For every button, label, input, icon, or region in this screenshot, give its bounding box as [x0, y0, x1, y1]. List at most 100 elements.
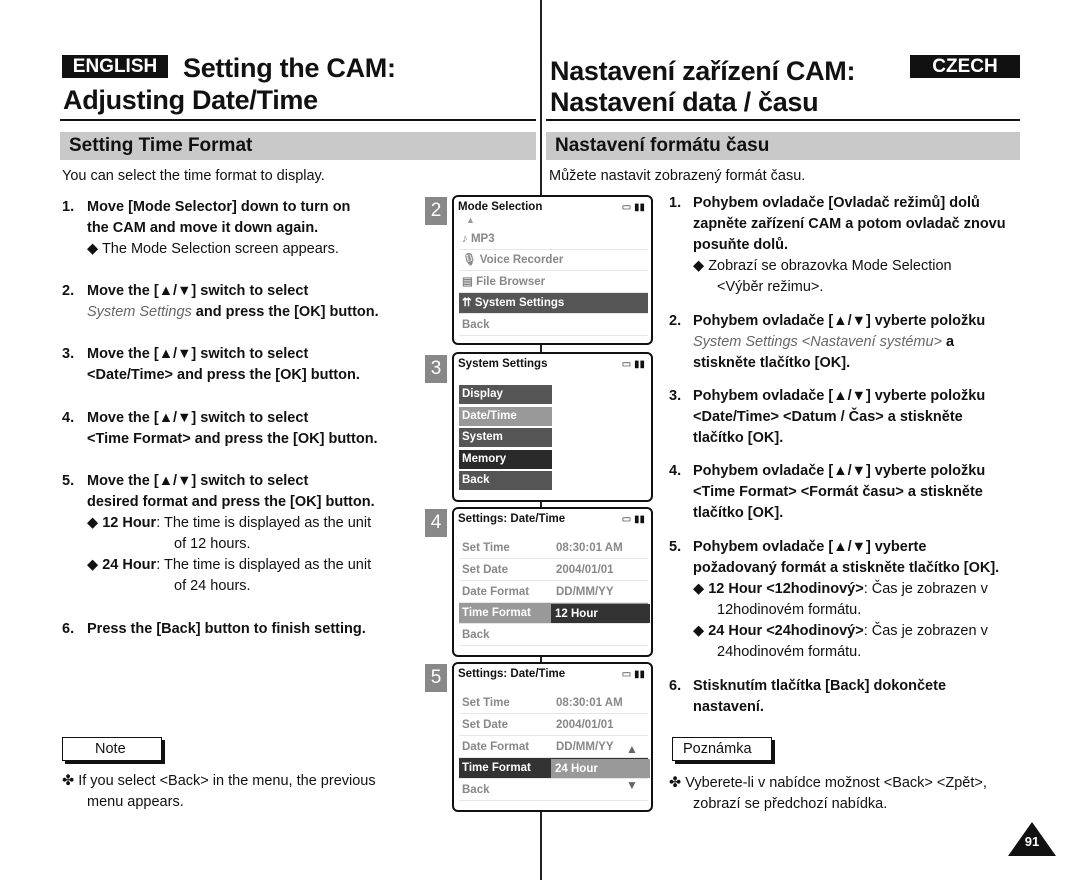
cz-step-4: 4. Pohybem ovladače [▲/▼] vyberte položk…	[669, 461, 1029, 524]
scroll-down-icon[interactable]: ▼	[626, 778, 638, 792]
diamond-bullet-icon: ◆	[693, 623, 705, 639]
step-text: Move the [▲/▼] switch to select	[87, 283, 309, 299]
poznamka-label: Poznámka	[672, 737, 772, 761]
screen-step-number: 5	[425, 664, 447, 692]
row-set-date[interactable]: Set Date 2004/01/01	[459, 560, 648, 581]
diamond-bullet-icon: ◆	[693, 258, 705, 274]
diamond-bullet-icon: ◆	[87, 241, 99, 257]
step-text: tlačítko [OK].	[693, 505, 784, 521]
bullet-text: of 24 hours.	[174, 578, 251, 594]
cz-section-heading: Nastavení formátu času	[546, 132, 1020, 160]
step-number: 4.	[62, 410, 75, 426]
step-text: the CAM and move it down again.	[87, 220, 319, 236]
note-bullet-icon: ✤	[669, 775, 682, 791]
step-number: 6.	[669, 678, 682, 694]
step-text: a	[942, 334, 955, 350]
en-section-heading: Setting Time Format	[60, 132, 536, 160]
en-step-1: 1. Move [Mode Selector] down to turn on t…	[62, 197, 412, 260]
cz-step-3: 3. Pohybem ovladače [▲/▼] vyberte položk…	[669, 386, 1029, 449]
step-text: nastavení.	[693, 699, 764, 715]
menu-item-memory[interactable]: Memory	[459, 450, 552, 469]
step-number: 1.	[669, 195, 682, 211]
step-number: 3.	[669, 388, 682, 404]
step-text: Pohybem ovladače [Ovladač režimů] dolů	[693, 195, 980, 211]
note-text: Vyberete-li v nabídce možnost <Back> <Zp…	[685, 775, 987, 791]
screen-date-time-12h: Settings: Date/Time ▭ ▮▮ Set Time 08:30:0…	[452, 507, 653, 657]
en-step-6: 6. Press the [Back] button to finish set…	[62, 619, 422, 640]
step-text: Press the [Back] button to finish settin…	[87, 621, 366, 637]
row-back[interactable]: Back	[459, 780, 648, 801]
step-text: <Date/Time> and press the [OK] button.	[87, 367, 360, 383]
row-set-time[interactable]: Set Time 08:30:01 AM	[459, 538, 648, 559]
row-date-format[interactable]: Date Format DD/MM/YY	[459, 582, 648, 603]
step-text: Stisknutím tlačítka [Back] dokončete	[693, 678, 947, 694]
bullet-text: : Čas je zobrazen v	[863, 581, 988, 597]
menu-item-file-browser[interactable]: ▤ File Browser	[459, 272, 648, 293]
battery-icon: ▭ ▮▮	[621, 669, 645, 680]
bullet-term: 24 Hour	[102, 557, 157, 573]
cz-step-1: 1. Pohybem ovladače [Ovladač režimů] dol…	[669, 193, 1029, 298]
en-step-3: 3. Move the [▲/▼] switch to select <Date/…	[62, 344, 412, 386]
bullet-text: : The time is displayed as the unit	[156, 557, 372, 573]
cz-step-6: 6. Stisknutím tlačítka [Back] dokončete n…	[669, 676, 1029, 718]
bullet-term: 12 Hour	[102, 515, 157, 531]
menu-item-voice-recorder[interactable]: 🎙 Voice Recorder	[459, 250, 648, 271]
row-back[interactable]: Back	[459, 625, 648, 646]
menu-item-back[interactable]: Back	[459, 471, 552, 490]
step-text: and press the [OK] button.	[191, 304, 379, 320]
note-text: If you select <Back> in the menu, the pr…	[78, 773, 376, 789]
czech-badge: CZECH	[910, 55, 1020, 78]
bullet-term: 24 Hour <24hodinový>	[708, 623, 864, 639]
row-time-format[interactable]: Time Format 12 Hour	[459, 603, 650, 624]
cz-title: Nastavení zařízení CAM:	[550, 56, 856, 86]
menu-item-back[interactable]: Back	[459, 315, 648, 336]
step-text: Move the [▲/▼] switch to select	[87, 410, 309, 426]
bullet-text: 24hodinovém formátu.	[717, 644, 862, 660]
menu-item-date-time[interactable]: Date/Time	[459, 407, 552, 426]
bullet-text: 12hodinovém formátu.	[717, 602, 862, 618]
step-text: Pohybem ovladače [▲/▼] vyberte položku	[693, 313, 986, 329]
step-text: desired format and press the [OK] button…	[87, 494, 375, 510]
row-date-format[interactable]: Date Format DD/MM/YY	[459, 737, 648, 758]
en-step-4: 4. Move the [▲/▼] switch to select <Time …	[62, 408, 412, 450]
step-text: posuňte dolů.	[693, 237, 789, 253]
menu-item-system-settings[interactable]: ⇈ System Settings	[459, 293, 648, 314]
menu-item-display[interactable]: Display	[459, 385, 552, 404]
step-text: Pohybem ovladače [▲/▼] vyberte položku	[693, 463, 986, 479]
en-intro: You can select the time format to displa…	[62, 168, 325, 184]
screen-title: System Settings	[458, 358, 548, 370]
bullet-text: of 12 hours.	[174, 536, 251, 552]
en-note: ✤ If you select <Back> in the menu, the …	[62, 771, 422, 813]
page-number: 91	[1024, 834, 1040, 849]
step-text: Pohybem ovladače [▲/▼] vyberte položku	[693, 388, 986, 404]
row-set-time[interactable]: Set Time 08:30:01 AM	[459, 693, 648, 714]
cz-step-5: 5. Pohybem ovladače [▲/▼] vyberte požadov…	[669, 537, 1039, 663]
step-number: 5.	[62, 473, 75, 489]
step-text: Move the [▲/▼] switch to select	[87, 473, 309, 489]
screen-title: Settings: Date/Time	[458, 668, 566, 680]
header-rule	[546, 119, 1020, 121]
diamond-bullet-icon: ◆	[87, 515, 99, 531]
screen-title: Settings: Date/Time	[458, 513, 566, 525]
cz-subtitle: Nastavení data / času	[550, 87, 819, 117]
step-text: zapněte zařízení CAM a potom ovladač zno…	[693, 216, 1006, 232]
step-text: stiskněte tlačítko [OK].	[693, 355, 851, 371]
en-step-2: 2. Move the [▲/▼] switch to select System…	[62, 281, 412, 323]
step-text: požadovaný formát a stiskněte tlačítko […	[693, 560, 1000, 576]
battery-icon: ▭ ▮▮	[621, 514, 645, 525]
row-set-date[interactable]: Set Date 2004/01/01	[459, 715, 648, 736]
step-text: tlačítko [OK].	[693, 430, 784, 446]
screen-step-number: 2	[425, 197, 447, 225]
diamond-bullet-icon: ◆	[693, 581, 705, 597]
en-subtitle: Adjusting Date/Time	[63, 85, 318, 115]
note-label: Note	[62, 737, 162, 761]
menu-term: System Settings	[87, 304, 192, 320]
scroll-up-icon[interactable]: ▲	[626, 742, 638, 756]
step-number: 5.	[669, 539, 682, 555]
step-number: 3.	[62, 346, 75, 362]
bullet-text: : The time is displayed as the unit	[156, 515, 372, 531]
menu-item-system[interactable]: System	[459, 428, 552, 447]
screen-system-settings: System Settings ▭ ▮▮ Display Date/Time S…	[452, 352, 653, 502]
row-time-format[interactable]: Time Format 24 Hour	[459, 758, 650, 779]
menu-item-mp3[interactable]: ♪ MP3	[459, 229, 648, 250]
